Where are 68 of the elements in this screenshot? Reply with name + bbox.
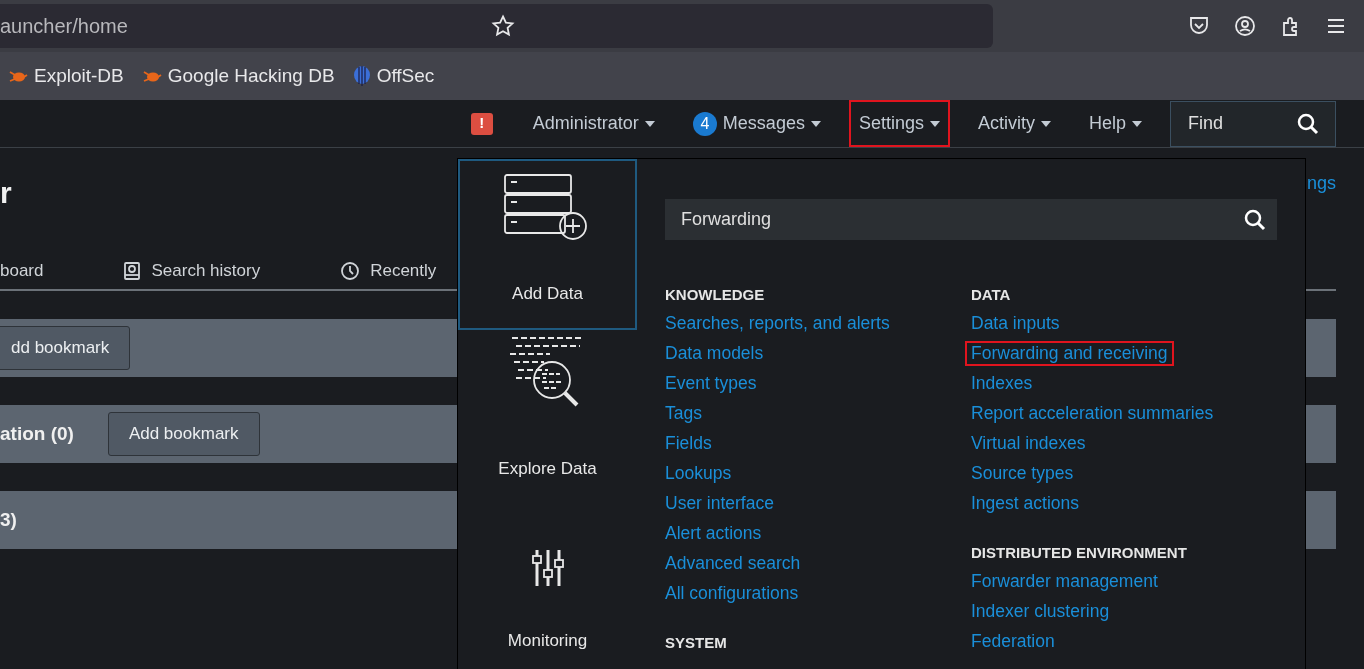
settings-link[interactable]: Source types <box>965 461 1080 486</box>
clock-icon <box>340 261 361 281</box>
tab-link[interactable]: Recently <box>370 258 437 284</box>
settings-link[interactable]: Lookups <box>659 461 738 486</box>
settings-link[interactable]: Searches, reports, and alerts <box>659 311 896 336</box>
section-heading: KNOWLEDGE <box>665 285 766 304</box>
caret-icon <box>1040 120 1051 127</box>
settings-link[interactable]: All configurations <box>659 581 805 606</box>
settings-link[interactable]: Fields <box>659 431 718 456</box>
settings-link[interactable]: Report acceleration summaries <box>965 401 1220 426</box>
bookmark-link[interactable]: Exploit-DB <box>34 61 124 91</box>
settings-link[interactable]: ngs <box>1306 170 1336 253</box>
settings-link[interactable]: Federation <box>965 629 1061 654</box>
message-count-badge: 4 <box>692 111 717 136</box>
bug-icon <box>141 68 162 84</box>
menu-button[interactable]: 4 Messages <box>682 100 831 147</box>
settings-link[interactable]: Alert actions <box>659 521 768 546</box>
search-icon <box>1296 111 1320 136</box>
account-icon[interactable] <box>1234 15 1256 37</box>
find-box[interactable]: Find <box>1170 100 1336 147</box>
offsec-logo-icon <box>352 65 371 87</box>
settings-link[interactable]: Forwarder management <box>965 569 1164 594</box>
menu-button[interactable]: Administrator <box>522 100 665 147</box>
menu-button[interactable]: Activity <box>967 100 1061 147</box>
bug-icon <box>8 68 28 84</box>
settings-link[interactable]: Indexer clustering <box>965 599 1116 624</box>
alert-icon[interactable]: ! <box>470 112 493 135</box>
section-heading: DATA <box>971 285 1012 304</box>
caret-icon <box>1132 120 1142 127</box>
star-icon[interactable] <box>490 14 515 38</box>
search-icon <box>1243 207 1267 232</box>
sliders-icon <box>530 547 565 588</box>
tile-label: Monitoring <box>507 629 588 652</box>
section-heading: DISTRIBUTED ENVIRONMENT <box>971 543 1188 562</box>
pocket-icon[interactable] <box>1188 15 1210 37</box>
menu-tile[interactable]: Monitoring <box>458 505 637 669</box>
settings-link[interactable]: Data models <box>659 341 770 366</box>
settings-link[interactable]: Virtual indexes <box>965 431 1092 456</box>
find-field[interactable]: Find <box>1186 101 1296 146</box>
menu-icon[interactable] <box>1326 16 1346 36</box>
menu-button[interactable]: Settings <box>848 100 950 147</box>
add-bookmark-button[interactable]: Add bookmark <box>107 412 260 456</box>
section-title: 3) <box>0 507 17 532</box>
menu-button[interactable]: Help <box>1078 100 1152 147</box>
settings-link[interactable]: Ingest actions <box>965 491 1085 516</box>
tile-label: Add Data <box>512 282 583 305</box>
menu-tile[interactable]: Explore Data <box>458 330 637 506</box>
settings-link[interactable]: Event types <box>659 371 763 396</box>
section-title: ation (0) <box>0 421 74 446</box>
tab-link[interactable]: board <box>0 258 44 284</box>
caret-icon <box>810 120 821 127</box>
section-heading: SYSTEM <box>665 633 728 652</box>
add-bookmark-button[interactable]: dd bookmark <box>0 326 131 370</box>
search-history-icon <box>123 261 142 281</box>
bookmark-link[interactable]: Google Hacking DB <box>167 61 335 91</box>
caret-icon <box>644 120 655 127</box>
settings-link[interactable]: Data inputs <box>965 311 1066 336</box>
settings-link[interactable]: User interface <box>659 491 780 516</box>
caret-icon <box>929 120 940 127</box>
settings-link[interactable]: Forwarding and receiving <box>965 341 1174 366</box>
tile-label: Explore Data <box>498 458 597 481</box>
settings-link[interactable]: Indexes <box>965 371 1039 396</box>
tab-link[interactable]: Search history <box>151 258 261 284</box>
menu-tile[interactable]: Add Data <box>458 159 637 331</box>
settings-link[interactable]: Advanced search <box>659 551 807 576</box>
settings-link[interactable]: Tags <box>659 401 708 426</box>
page-title: r <box>0 178 12 211</box>
bookmark-link[interactable]: OffSec <box>376 61 435 91</box>
